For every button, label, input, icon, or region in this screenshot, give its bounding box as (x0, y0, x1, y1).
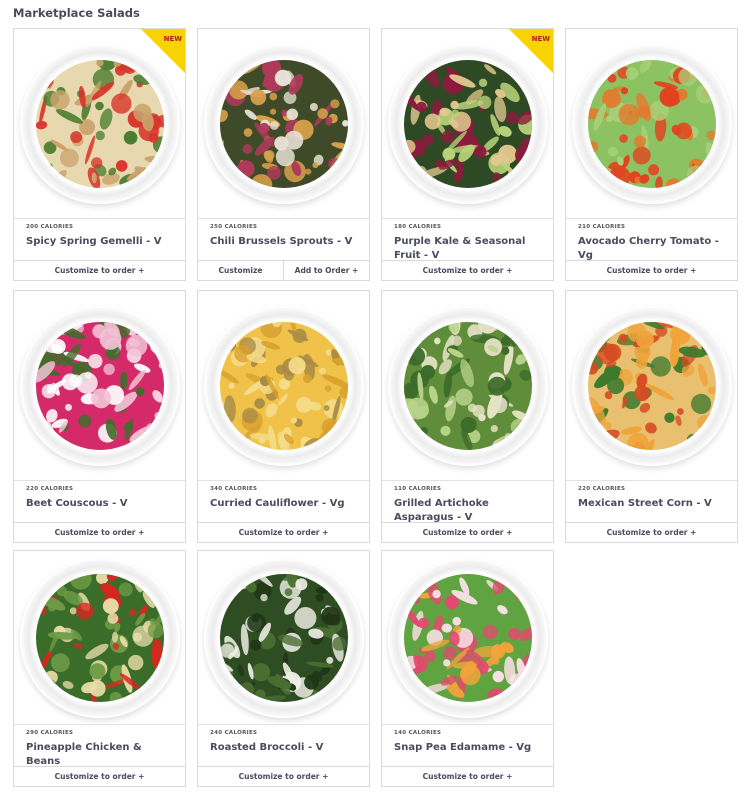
salad-card[interactable]: 240 CALORIES Roasted Broccoli - V Customiz… (197, 550, 370, 787)
calories-label: 290 CALORIES (26, 730, 74, 736)
salad-photo[interactable] (14, 551, 185, 725)
customize-to-order-button[interactable]: Customize to order + (14, 261, 185, 280)
salad-photo[interactable] (382, 291, 553, 481)
calories-label: 140 CALORIES (394, 730, 442, 736)
card-actions: Customize Add to Order + (198, 260, 369, 280)
salad-photo[interactable] (566, 29, 737, 219)
card-actions: Customize to order + (566, 260, 737, 280)
card-actions: Customize to order + (198, 766, 369, 786)
salad-food (219, 59, 348, 188)
card-actions: Customize to order + (14, 522, 185, 542)
calories-label: 220 CALORIES (578, 486, 626, 492)
salad-info: 340 CALORIES Curried Cauliflower - Vg (198, 481, 369, 522)
card-actions: Customize to order + (198, 522, 369, 542)
salad-name[interactable]: Purple Kale & Seasonal Fruit - V (394, 235, 541, 263)
salad-food (403, 321, 532, 450)
salad-food (403, 573, 532, 702)
card-actions: Customize to order + (14, 260, 185, 280)
salad-photo[interactable]: NEW (14, 29, 185, 219)
salad-name[interactable]: Mexican Street Corn - V (578, 497, 725, 511)
salad-name[interactable]: Roasted Broccoli - V (210, 741, 357, 755)
salad-info: 220 CALORIES Mexican Street Corn - V (566, 481, 737, 522)
salad-info: 140 CALORIES Snap Pea Edamame - Vg (382, 725, 553, 766)
salad-info: 210 CALORIES Avocado Cherry Tomato - Vg (566, 219, 737, 263)
salad-food (35, 573, 164, 702)
customize-to-order-button[interactable]: Customize to order + (14, 523, 185, 542)
salad-name[interactable]: Beet Couscous - V (26, 497, 173, 511)
section-title: Marketplace Salads (13, 6, 140, 20)
calories-label: 210 CALORIES (578, 224, 626, 230)
salad-food (403, 59, 532, 188)
salad-name[interactable]: Avocado Cherry Tomato - Vg (578, 235, 725, 263)
salad-info: 200 CALORIES Spicy Spring Gemelli - V (14, 219, 185, 260)
customize-to-order-button[interactable]: Customize to order + (198, 523, 369, 542)
salad-name[interactable]: Grilled Artichoke Asparagus - V (394, 497, 541, 525)
new-badge: NEW (141, 29, 185, 73)
salad-card[interactable]: 250 CALORIES Chili Brussels Sprouts - V Cu… (197, 28, 370, 281)
salad-card[interactable]: 340 CALORIES Curried Cauliflower - Vg Cust… (197, 290, 370, 543)
salad-card[interactable]: 140 CALORIES Snap Pea Edamame - Vg Customi… (381, 550, 554, 787)
salad-photo[interactable] (198, 29, 369, 219)
salad-name[interactable]: Snap Pea Edamame - Vg (394, 741, 541, 755)
salad-photo[interactable] (198, 291, 369, 481)
salad-card[interactable]: NEW 180 CALORIES Purple Kale & Seasonal Fr… (381, 28, 554, 281)
salad-photo[interactable] (566, 291, 737, 481)
salad-card[interactable]: 210 CALORIES Avocado Cherry Tomato - Vg Cu… (565, 28, 738, 281)
customize-to-order-button[interactable]: Customize to order + (382, 767, 553, 786)
calories-label: 200 CALORIES (26, 224, 74, 230)
salad-card[interactable]: 220 CALORIES Beet Couscous - V Customize t… (13, 290, 186, 543)
salad-card[interactable]: 220 CALORIES Mexican Street Corn - V Custo… (565, 290, 738, 543)
salad-card[interactable]: 290 CALORIES Pineapple Chicken & Beans Cus… (13, 550, 186, 787)
salad-food (219, 321, 348, 450)
salad-name[interactable]: Spicy Spring Gemelli - V (26, 235, 173, 249)
salad-food (35, 59, 164, 188)
salad-info: 220 CALORIES Beet Couscous - V (14, 481, 185, 522)
customize-to-order-button[interactable]: Customize to order + (14, 767, 185, 786)
salad-info: 250 CALORIES Chili Brussels Sprouts - V (198, 219, 369, 260)
salad-info: 290 CALORIES Pineapple Chicken & Beans (14, 725, 185, 769)
customize-to-order-button[interactable]: Customize to order + (198, 767, 369, 786)
calories-label: 110 CALORIES (394, 486, 442, 492)
salad-name[interactable]: Chili Brussels Sprouts - V (210, 235, 357, 249)
salad-photo[interactable]: NEW (382, 29, 553, 219)
customize-to-order-button[interactable]: Customize to order + (566, 261, 737, 280)
add-to-order-button[interactable]: Add to Order + (283, 261, 369, 280)
calories-label: 250 CALORIES (210, 224, 258, 230)
salad-name[interactable]: Pineapple Chicken & Beans (26, 741, 173, 769)
salad-food (219, 573, 348, 702)
new-badge-label: NEW (163, 35, 182, 43)
salad-card[interactable]: 110 CALORIES Grilled Artichoke Asparagus … (381, 290, 554, 543)
new-badge: NEW (509, 29, 553, 73)
customize-to-order-button[interactable]: Customize to order + (382, 523, 553, 542)
salad-food (587, 321, 716, 450)
card-actions: Customize to order + (382, 766, 553, 786)
salad-info: 180 CALORIES Purple Kale & Seasonal Fruit… (382, 219, 553, 263)
salad-food (587, 59, 716, 188)
salad-photo[interactable] (382, 551, 553, 725)
salad-food (35, 321, 164, 450)
salad-name[interactable]: Curried Cauliflower - Vg (210, 497, 357, 511)
customize-button[interactable]: Customize (198, 261, 283, 280)
card-actions: Customize to order + (382, 260, 553, 280)
card-actions: Customize to order + (14, 766, 185, 786)
calories-label: 240 CALORIES (210, 730, 258, 736)
card-actions: Customize to order + (566, 522, 737, 542)
salad-info: 110 CALORIES Grilled Artichoke Asparagus … (382, 481, 553, 525)
salad-photo[interactable] (198, 551, 369, 725)
calories-label: 180 CALORIES (394, 224, 442, 230)
salad-photo[interactable] (14, 291, 185, 481)
salad-card[interactable]: NEW 200 CALORIES Spicy Spring Gemelli - V C… (13, 28, 186, 281)
salad-info: 240 CALORIES Roasted Broccoli - V (198, 725, 369, 766)
customize-to-order-button[interactable]: Customize to order + (382, 261, 553, 280)
card-actions: Customize to order + (382, 522, 553, 542)
new-badge-label: NEW (531, 35, 550, 43)
calories-label: 220 CALORIES (26, 486, 74, 492)
calories-label: 340 CALORIES (210, 486, 258, 492)
customize-to-order-button[interactable]: Customize to order + (566, 523, 737, 542)
